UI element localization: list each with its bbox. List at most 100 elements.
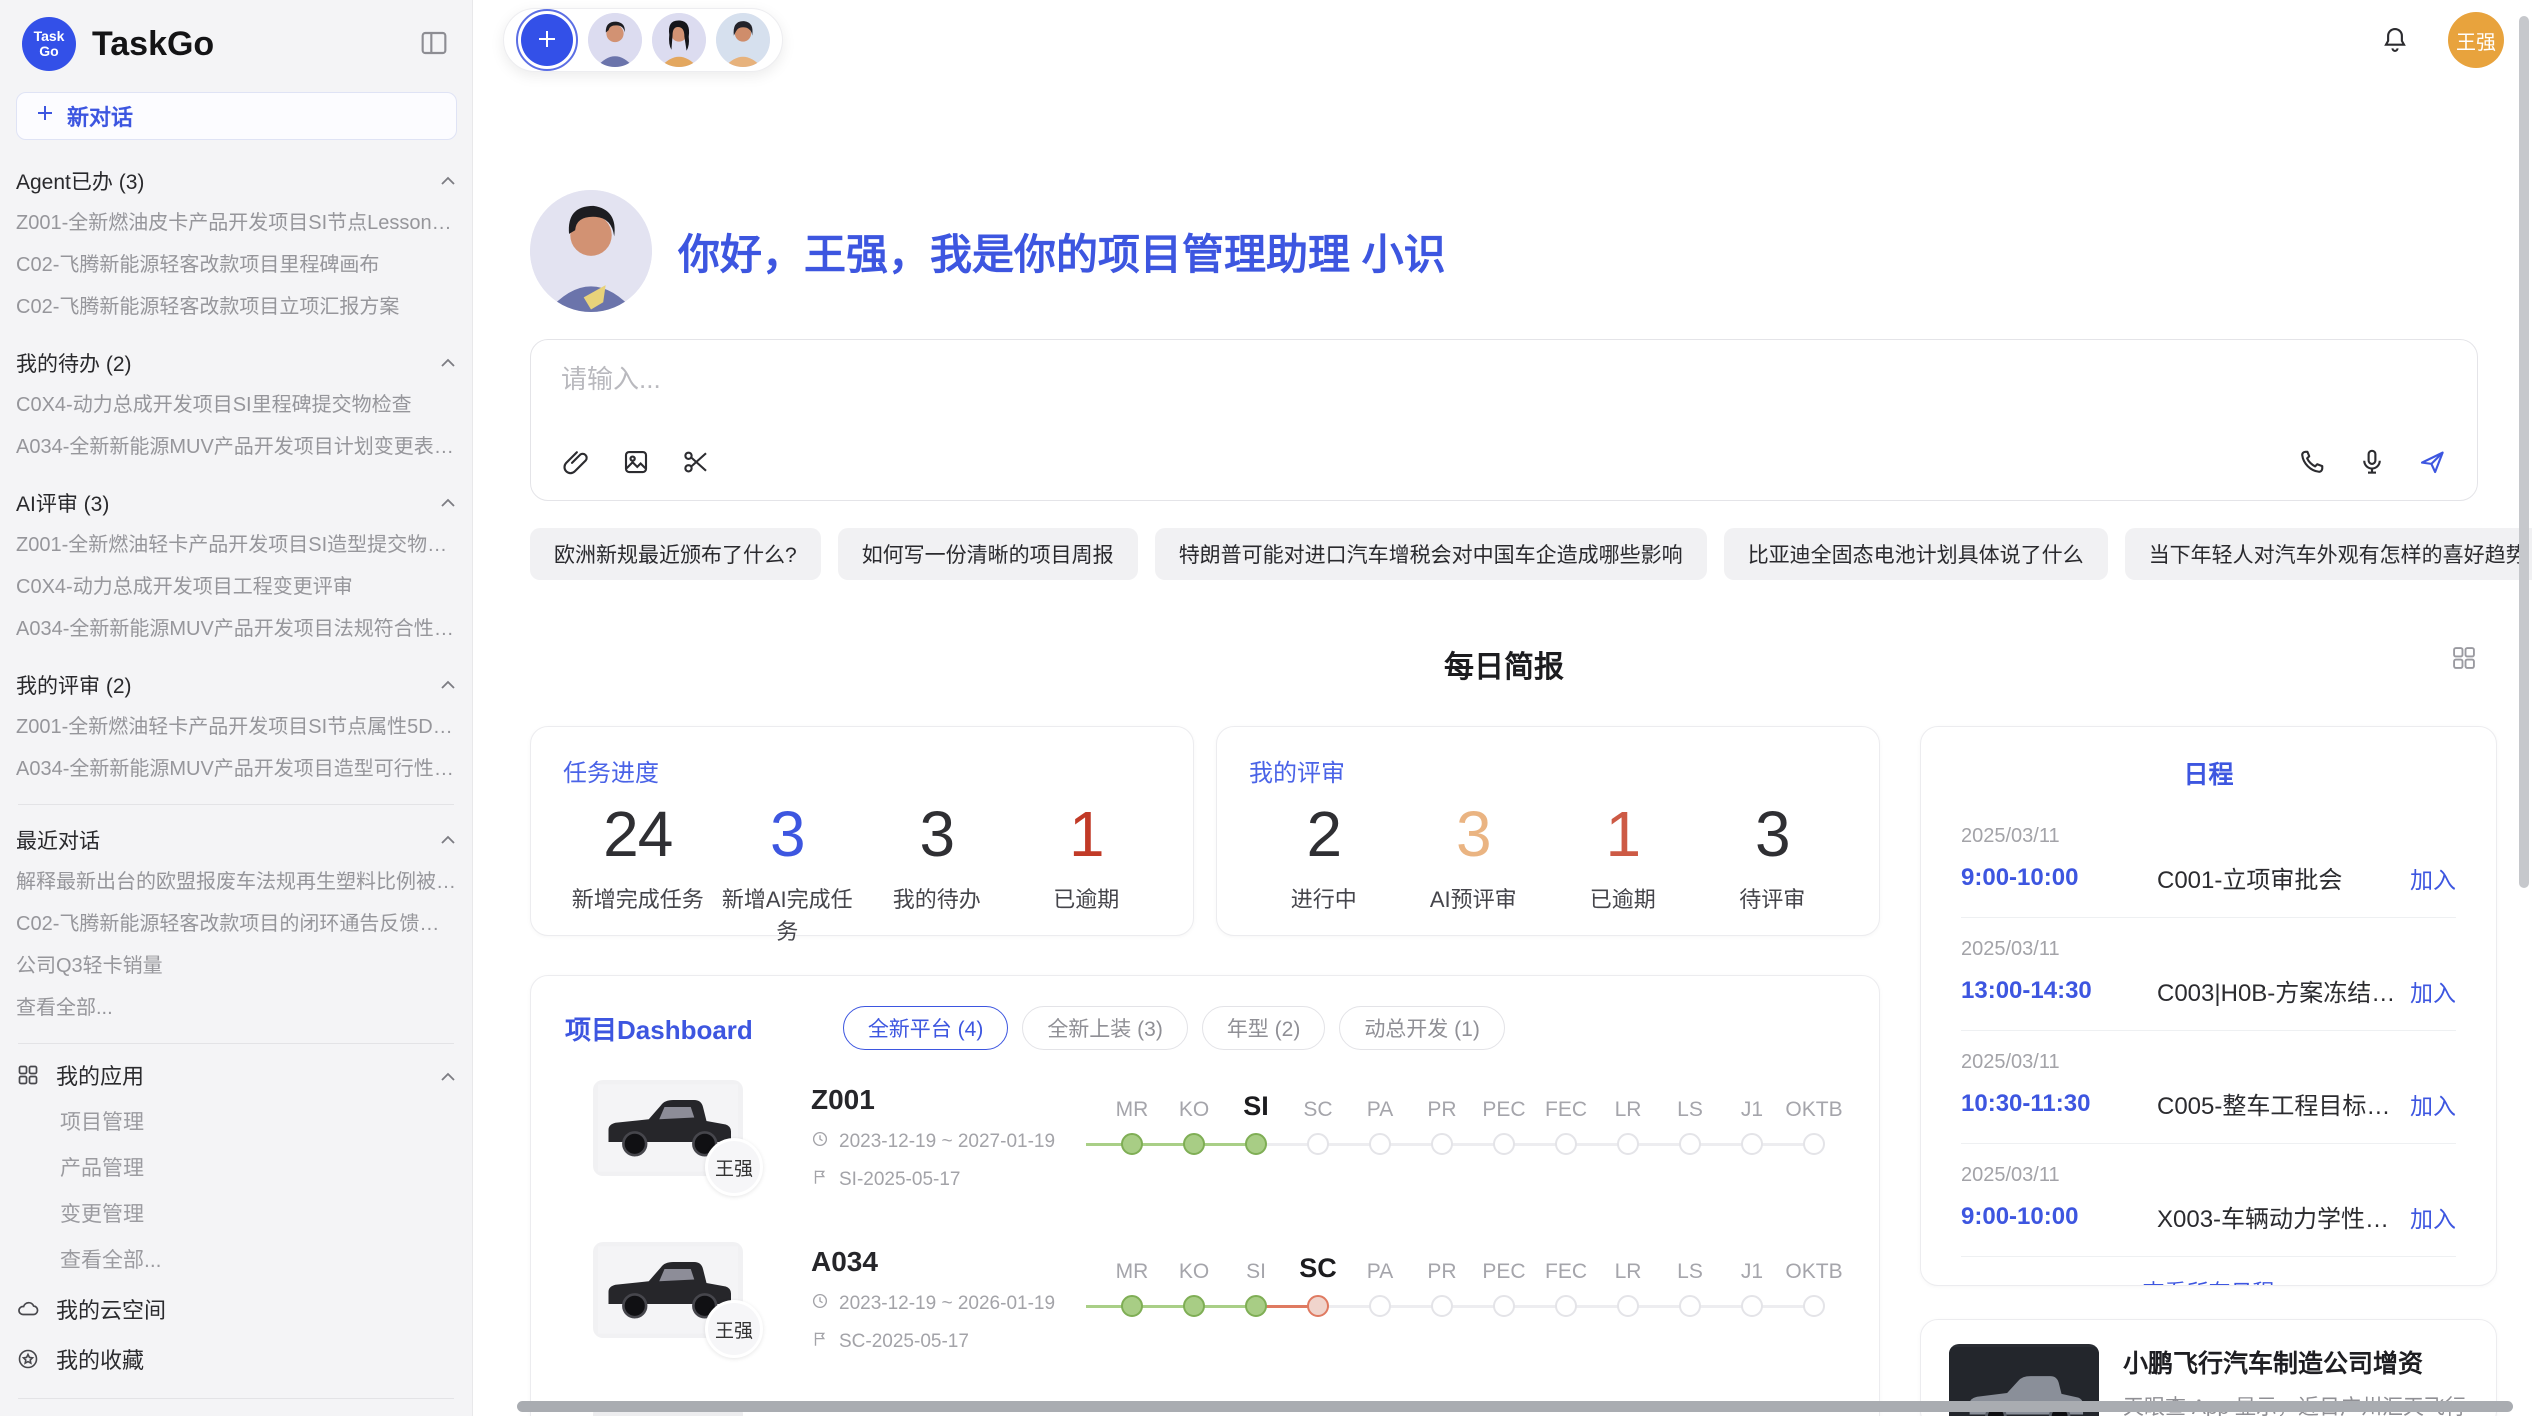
sidebar-item-my-apps[interactable]: 我的应用	[16, 1050, 456, 1100]
session-avatar-2[interactable]	[652, 13, 706, 67]
grid-icon	[16, 1063, 40, 1087]
suggestion-chip[interactable]: 比亚迪全固态电池计划具体说了什么	[1724, 528, 2108, 580]
briefing-columns: 任务进度 24 新增完成任务 3	[530, 726, 2478, 1416]
panel-collapse-icon	[418, 27, 450, 62]
schedule-date: 2025/03/11	[1961, 938, 2456, 961]
new-chat-button[interactable]: 新对话	[16, 92, 457, 140]
suggestion-chip[interactable]: 如何写一份清晰的项目周报	[838, 528, 1138, 580]
project-row[interactable]: 王强 A034 2023-12-19 ~ 2026-01-19	[565, 1242, 1845, 1374]
vertical-scrollbar[interactable]	[2519, 16, 2529, 888]
sidebar-list-item[interactable]: C02-飞腾新能源轻客改款项目立项汇报方案	[16, 286, 456, 328]
sidebar-item-ai-employee[interactable]: AI超级员工	[16, 1405, 456, 1416]
milestone-node	[1307, 1133, 1329, 1155]
sidebar-list-item[interactable]: C0X4-动力总成开发项目SI里程碑提交物检查	[16, 384, 456, 426]
chevron-up-icon	[440, 680, 456, 690]
sidebar-section-header[interactable]: Agent已办 (3)	[16, 160, 456, 202]
milestone-node	[1803, 1295, 1825, 1317]
send-button[interactable]	[2417, 447, 2447, 480]
suggestion-chip[interactable]: 当下年轻人对汽车外观有怎样的喜好趋势	[2125, 528, 2532, 580]
stat-card-title: 我的评审	[1249, 753, 1847, 788]
recent-chat-item[interactable]: C02-飞腾新能源轻客改款项目的闭环通告反馈情况	[16, 903, 456, 945]
screenshot-button[interactable]	[681, 447, 711, 480]
divider	[18, 1398, 454, 1399]
schedule-time: 9:00-10:00	[1961, 1203, 2157, 1231]
dashboard-filter-chip[interactable]: 动总开发 (1)	[1339, 1006, 1505, 1050]
join-meeting-link[interactable]: 加入	[2410, 861, 2456, 895]
stat-label: 已逾期	[1012, 882, 1162, 914]
project-media: 王强	[593, 1242, 789, 1338]
milestone-node	[1679, 1133, 1701, 1155]
new-session-button[interactable]	[521, 14, 573, 66]
dashboard-filter-chip[interactable]: 年型 (2)	[1202, 1006, 1326, 1050]
briefing-right-column: 日程 2025/03/11 9:00-10:00 C001-立项审批会 加入	[1920, 726, 2497, 1416]
paperclip-icon	[561, 447, 591, 480]
horizontal-scrollbar[interactable]	[517, 1401, 2513, 1412]
join-meeting-link[interactable]: 加入	[2410, 974, 2456, 1008]
project-code: Z001	[811, 1084, 1101, 1116]
session-avatar-3[interactable]	[716, 13, 770, 67]
project-row[interactable]: 王强 Z001 2023-12-19 ~ 2027-01-19	[565, 1080, 1845, 1212]
dashboard-filter-chip[interactable]: 全新平台 (4)	[843, 1006, 1009, 1050]
recent-chat-item[interactable]: 查看全部...	[16, 987, 456, 1029]
taskgo-logo: Task Go	[22, 17, 76, 71]
active-session-ring	[516, 9, 578, 71]
join-meeting-link[interactable]: 加入	[2410, 1200, 2456, 1234]
milestone-label: KO	[1179, 1246, 1209, 1284]
sidebar-list-item[interactable]: Z001-全新燃油轻卡产品开发项目SI节点属性5D文件评审	[16, 706, 456, 748]
sidebar-section-title: 我的待办 (2)	[16, 348, 132, 378]
scissors-icon	[681, 447, 711, 480]
schedule-row: 13:00-14:30 C003|H0B-方案冻结评审 加入	[1961, 973, 2456, 1008]
recent-chat-item[interactable]: 公司Q3轻卡销量	[16, 945, 456, 987]
project-flag-milestone: SC-2025-05-17	[811, 1330, 1101, 1354]
suggestion-chip[interactable]: 特朗普可能对进口汽车增税会对中国车企造成哪些影响	[1155, 528, 1707, 580]
image-icon	[621, 447, 651, 480]
sidebar-list-item[interactable]: Z001-全新燃油轻卡产品开发项目SI造型提交物评审	[16, 524, 456, 566]
sidebar-section-header[interactable]: 最近对话	[16, 819, 456, 861]
sidebar-section-header[interactable]: 我的评审 (2)	[16, 664, 456, 706]
join-meeting-link[interactable]: 加入	[2410, 1087, 2456, 1121]
milestone-node	[1245, 1133, 1267, 1155]
insert-image-button[interactable]	[621, 447, 651, 480]
sidebar-list-item[interactable]: C0X4-动力总成开发项目工程变更评审	[16, 566, 456, 608]
sidebar-list-item[interactable]: A034-全新新能源MUV产品开发项目造型可行性评审	[16, 748, 456, 790]
app-sub-item[interactable]: 查看全部...	[16, 1238, 456, 1284]
sidebar-section-header[interactable]: 我的待办 (2)	[16, 342, 456, 384]
sidebar-list-item[interactable]: C02-飞腾新能源轻客改款项目里程碑画布	[16, 244, 456, 286]
app-sub-item[interactable]: 产品管理	[16, 1146, 456, 1192]
dashboard-filter-chip[interactable]: 全新上装 (3)	[1022, 1006, 1188, 1050]
stat-item: 3 新增AI完成任务	[713, 798, 863, 946]
notifications-button[interactable]	[2380, 24, 2410, 57]
suggestion-chip[interactable]: 欧洲新规最近颁布了什么?	[530, 528, 821, 580]
microphone-button[interactable]	[2357, 447, 2387, 480]
milestone[interactable]: OKTB	[1783, 1246, 1845, 1317]
milestone-node	[1369, 1295, 1391, 1317]
clock-icon	[811, 1292, 829, 1316]
session-avatar-1[interactable]	[588, 13, 642, 67]
collapse-sidebar-button[interactable]	[418, 27, 450, 62]
sidebar-list-item[interactable]: Z001-全新燃油皮卡产品开发项目SI节点Lesson Learn报告	[16, 202, 456, 244]
app-sub-item[interactable]: 变更管理	[16, 1192, 456, 1238]
milestone-node	[1121, 1133, 1143, 1155]
sidebar-section-header[interactable]: AI评审 (3)	[16, 482, 456, 524]
user-avatar[interactable]: 王强	[2448, 12, 2504, 68]
sidebar-item-cloud-space[interactable]: 我的云空间	[16, 1284, 456, 1334]
new-chat-label: 新对话	[67, 100, 133, 132]
stat-item: 3 待评审	[1698, 798, 1848, 914]
sidebar-list-item[interactable]: A034-全新新能源MUV产品开发项目计划变更表编写	[16, 426, 456, 468]
my-apps-label: 我的应用	[56, 1059, 144, 1091]
project-flag-text: SI-2025-05-17	[839, 1169, 960, 1191]
sidebar-item-favorites[interactable]: 我的收藏	[16, 1334, 456, 1384]
project-owner-badge: 王强	[705, 1138, 763, 1196]
plus-icon	[535, 27, 559, 54]
news-title: 小鹏飞行汽车制造公司增资	[2123, 1344, 2468, 1380]
view-all-schedule-link[interactable]: 查看所有日程	[1961, 1256, 2456, 1286]
voice-call-button[interactable]	[2297, 447, 2327, 480]
sidebar-section: Agent已办 (3) Z001-全新燃油皮卡产品开发项目SI节点Lesson …	[16, 160, 456, 328]
chat-input[interactable]	[561, 364, 2447, 395]
app-sub-item[interactable]: 项目管理	[16, 1100, 456, 1146]
recent-chat-item[interactable]: 解释最新出台的欧盟报废车法规再生塑料比例被调至15%...	[16, 861, 456, 903]
milestone[interactable]: OKTB	[1783, 1084, 1845, 1155]
briefing-layout-button[interactable]	[2450, 644, 2478, 675]
attach-file-button[interactable]	[561, 447, 591, 480]
sidebar-list-item[interactable]: A034-全新新能源MUV产品开发项目法规符合性评审	[16, 608, 456, 650]
